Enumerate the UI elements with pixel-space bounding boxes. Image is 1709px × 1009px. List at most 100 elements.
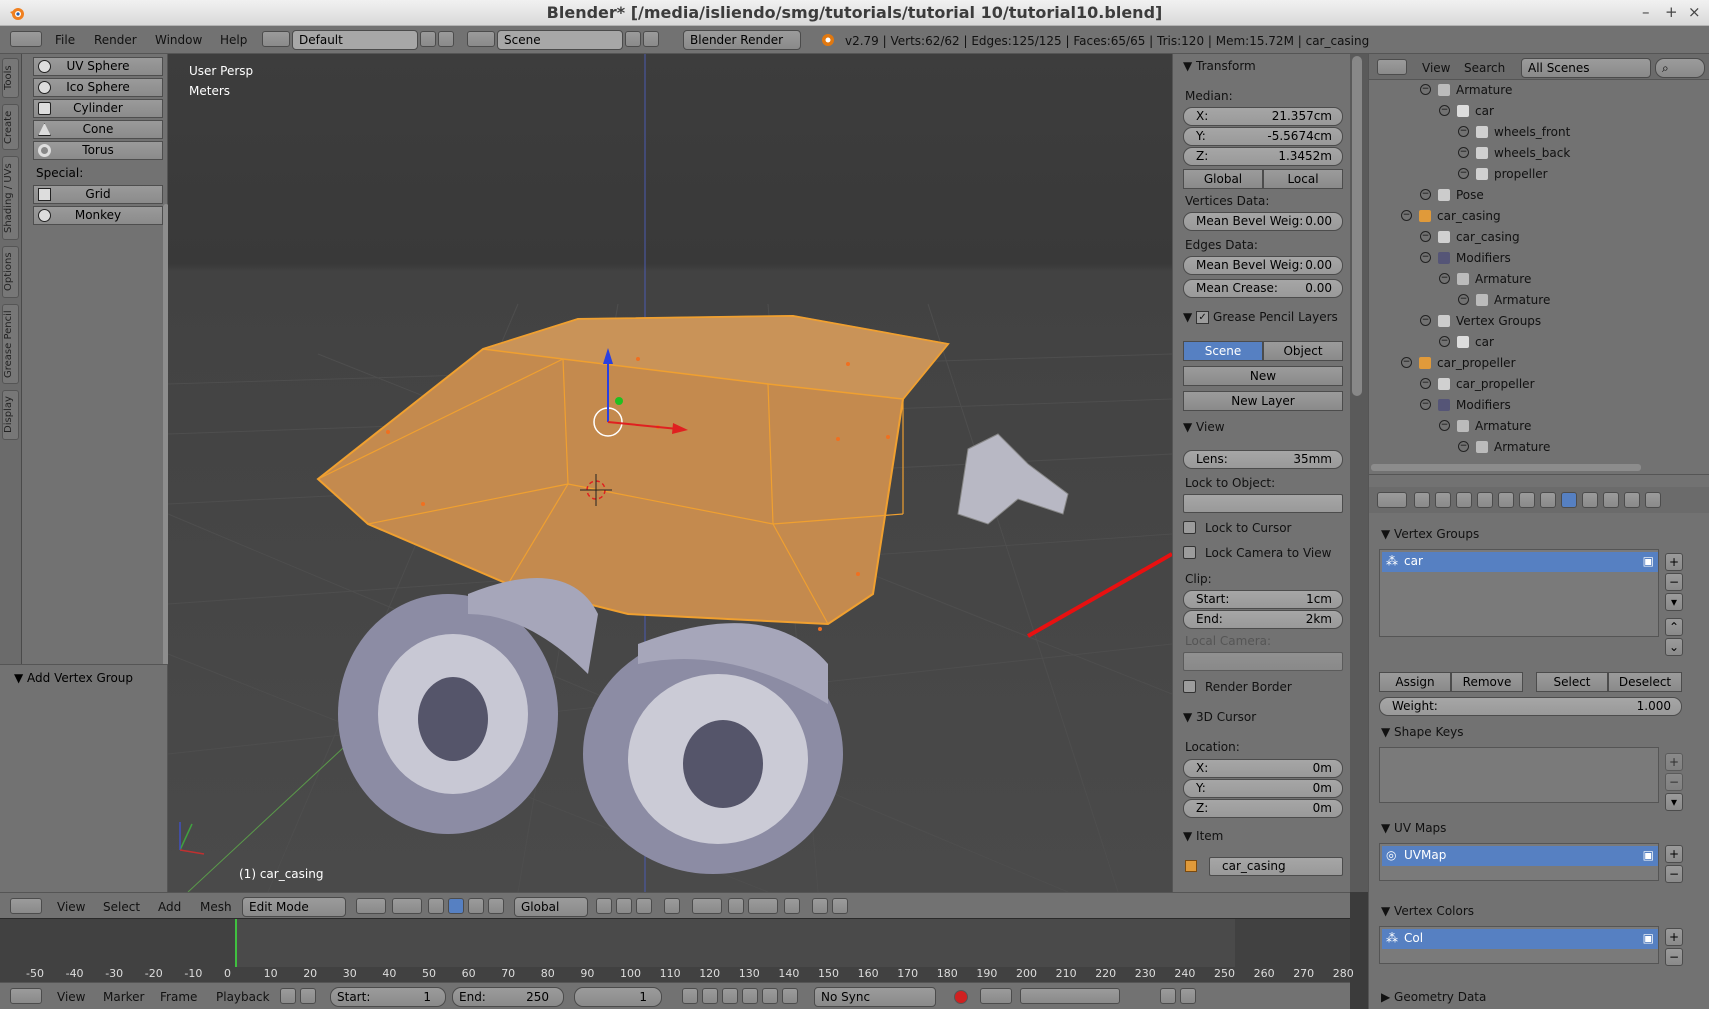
tree-toggle-icon[interactable]: − <box>1420 399 1431 410</box>
properties-scrollbar[interactable] <box>1352 56 1362 396</box>
outliner-row[interactable]: − car_propeller <box>1369 353 1709 374</box>
scene-field[interactable]: Scene <box>497 30 623 50</box>
menu-render[interactable]: Render <box>94 33 137 47</box>
start-frame-field[interactable]: Start: 1 <box>330 987 446 1007</box>
minimize-button[interactable]: – <box>1642 3 1650 21</box>
remove-uv-map-button[interactable]: − <box>1665 865 1683 883</box>
edge-select-icon[interactable] <box>616 898 632 914</box>
timeline-menu-playback[interactable]: Playback <box>216 990 270 1004</box>
geometry-data-panel-header[interactable]: ▶ Geometry Data <box>1381 990 1486 1004</box>
cursor-y-field[interactable]: Y: 0m <box>1183 779 1343 798</box>
remove-button[interactable]: Remove <box>1451 672 1523 692</box>
tree-toggle-icon[interactable]: − <box>1458 294 1469 305</box>
jump-start-icon[interactable] <box>682 988 698 1004</box>
outliner-view-menu[interactable]: View <box>1422 61 1450 75</box>
shape-keys-list[interactable] <box>1379 747 1659 803</box>
outliner-row[interactable]: − propeller <box>1369 164 1709 185</box>
tree-toggle-icon[interactable]: − <box>1401 210 1412 221</box>
select-button[interactable]: Select <box>1536 672 1608 692</box>
outliner-row[interactable]: − Modifiers <box>1369 395 1709 416</box>
menu-select[interactable]: Select <box>103 900 140 914</box>
rotate-manipulator-icon[interactable] <box>468 898 484 914</box>
tab-options[interactable]: Options <box>2 246 19 298</box>
view-panel-header[interactable]: ▼ View <box>1183 420 1225 434</box>
vertex-group-item[interactable]: ⁂ car ▣ <box>1382 552 1658 572</box>
active-render-icon[interactable]: ▣ <box>1643 931 1654 945</box>
timeline-menu-frame[interactable]: Frame <box>160 990 197 1004</box>
menu-add[interactable]: Add <box>158 900 181 914</box>
timeline-menu-view[interactable]: View <box>57 990 85 1004</box>
local-toggle[interactable]: Local <box>1263 169 1343 189</box>
remove-vertex-color-button[interactable]: − <box>1665 948 1683 966</box>
median-x-field[interactable]: X: 21.357cm <box>1183 107 1343 126</box>
cursor-z-field[interactable]: Z: 0m <box>1183 799 1343 818</box>
tree-toggle-icon[interactable]: − <box>1458 168 1469 179</box>
tree-toggle-icon[interactable]: − <box>1420 84 1431 95</box>
outliner-row[interactable]: − Pose <box>1369 185 1709 206</box>
particles-context-icon[interactable] <box>1624 492 1640 508</box>
material-context-icon[interactable] <box>1582 492 1598 508</box>
keying-set-field[interactable] <box>1020 988 1120 1004</box>
gp-object-toggle[interactable]: Object <box>1263 341 1343 361</box>
add-shape-key-button[interactable]: + <box>1665 753 1683 771</box>
mode-dropdown[interactable]: Edit Mode <box>242 897 346 917</box>
editor-type-timeline-icon[interactable] <box>10 988 42 1004</box>
item-panel-header[interactable]: ▼ Item <box>1183 829 1223 843</box>
insert-keyframe-icon[interactable] <box>1160 988 1176 1004</box>
remove-layout-icon[interactable] <box>438 31 454 47</box>
outliner-row[interactable]: − Armature <box>1369 269 1709 290</box>
timeline[interactable]: -50 -40 -30 -20 -10 0 10 20 30 40 50 60 70 80 90 100 110… <box>0 918 1354 982</box>
menu-file[interactable]: File <box>55 33 75 47</box>
mean-crease-field[interactable]: Mean Crease: 0.00 <box>1183 279 1343 298</box>
vertex-colors-list[interactable]: ⁂ Col ▣ <box>1379 926 1659 964</box>
object-context-icon[interactable] <box>1498 492 1514 508</box>
preview-range-icon[interactable] <box>280 988 296 1004</box>
jump-keyframe-forward-icon[interactable] <box>762 988 778 1004</box>
vertex-select-icon[interactable] <box>596 898 612 914</box>
move-down-button[interactable]: ⌄ <box>1665 638 1683 656</box>
sync-mode-dropdown[interactable]: No Sync <box>814 987 936 1007</box>
tab-tools[interactable]: Tools <box>2 58 19 98</box>
texture-context-icon[interactable] <box>1603 492 1619 508</box>
operator-panel-header[interactable]: ▼ Add Vertex Group <box>14 671 133 685</box>
modifiers-context-icon[interactable] <box>1540 492 1556 508</box>
cursor-x-field[interactable]: X: 0m <box>1183 759 1343 778</box>
snap-element-icon[interactable] <box>748 898 778 914</box>
tree-toggle-icon[interactable]: − <box>1439 336 1450 347</box>
viewport-shading-icon[interactable] <box>356 898 386 914</box>
lock-to-object-field[interactable] <box>1183 494 1343 513</box>
lock-camera-to-view-checkbox[interactable] <box>1183 546 1196 559</box>
physics-context-icon[interactable] <box>1645 492 1661 508</box>
lock-to-cursor-checkbox[interactable] <box>1183 521 1196 534</box>
tab-create[interactable]: Create <box>2 104 19 150</box>
global-toggle[interactable]: Global <box>1183 169 1263 189</box>
tree-toggle-icon[interactable]: − <box>1420 252 1431 263</box>
outliner-row[interactable]: − wheels_back <box>1369 143 1709 164</box>
layout-field[interactable]: Default <box>292 30 418 50</box>
current-frame-field[interactable]: 1 <box>574 987 662 1007</box>
vertex-groups-panel-header[interactable]: ▼ Vertex Groups <box>1381 527 1479 541</box>
record-icon[interactable] <box>954 990 968 1004</box>
tree-toggle-icon[interactable]: − <box>1439 273 1450 284</box>
active-render-icon[interactable]: ▣ <box>1643 848 1654 862</box>
tree-toggle-icon[interactable]: − <box>1439 105 1450 116</box>
outliner-row[interactable]: − Modifiers <box>1369 248 1709 269</box>
outliner-row[interactable]: − Armature <box>1369 80 1709 101</box>
close-button[interactable]: × <box>1688 3 1701 21</box>
gp-scene-toggle[interactable]: Scene <box>1183 341 1263 361</box>
end-frame-field[interactable]: End: 250 <box>452 987 564 1007</box>
timeline-menu-marker[interactable]: Marker <box>103 990 144 1004</box>
lock-time-icon[interactable] <box>300 988 316 1004</box>
constraints-context-icon[interactable] <box>1519 492 1535 508</box>
add-layout-icon[interactable] <box>420 31 436 47</box>
render-context-icon[interactable] <box>1414 492 1430 508</box>
outliner-row[interactable]: − Vertex Groups <box>1369 311 1709 332</box>
tree-toggle-icon[interactable]: − <box>1420 189 1431 200</box>
outliner-row[interactable]: − wheels_front <box>1369 122 1709 143</box>
mean-bevel-weight-edge-field[interactable]: Mean Bevel Weig: 0.00 <box>1183 256 1343 275</box>
uv-maps-list[interactable]: ◎ UVMap ▣ <box>1379 843 1659 881</box>
clip-start-field[interactable]: Start: 1cm <box>1183 590 1343 609</box>
ico-sphere-button[interactable]: Ico Sphere <box>33 78 163 97</box>
editor-type-3d-view-icon[interactable] <box>10 898 42 914</box>
gp-new-button[interactable]: New <box>1183 366 1343 386</box>
